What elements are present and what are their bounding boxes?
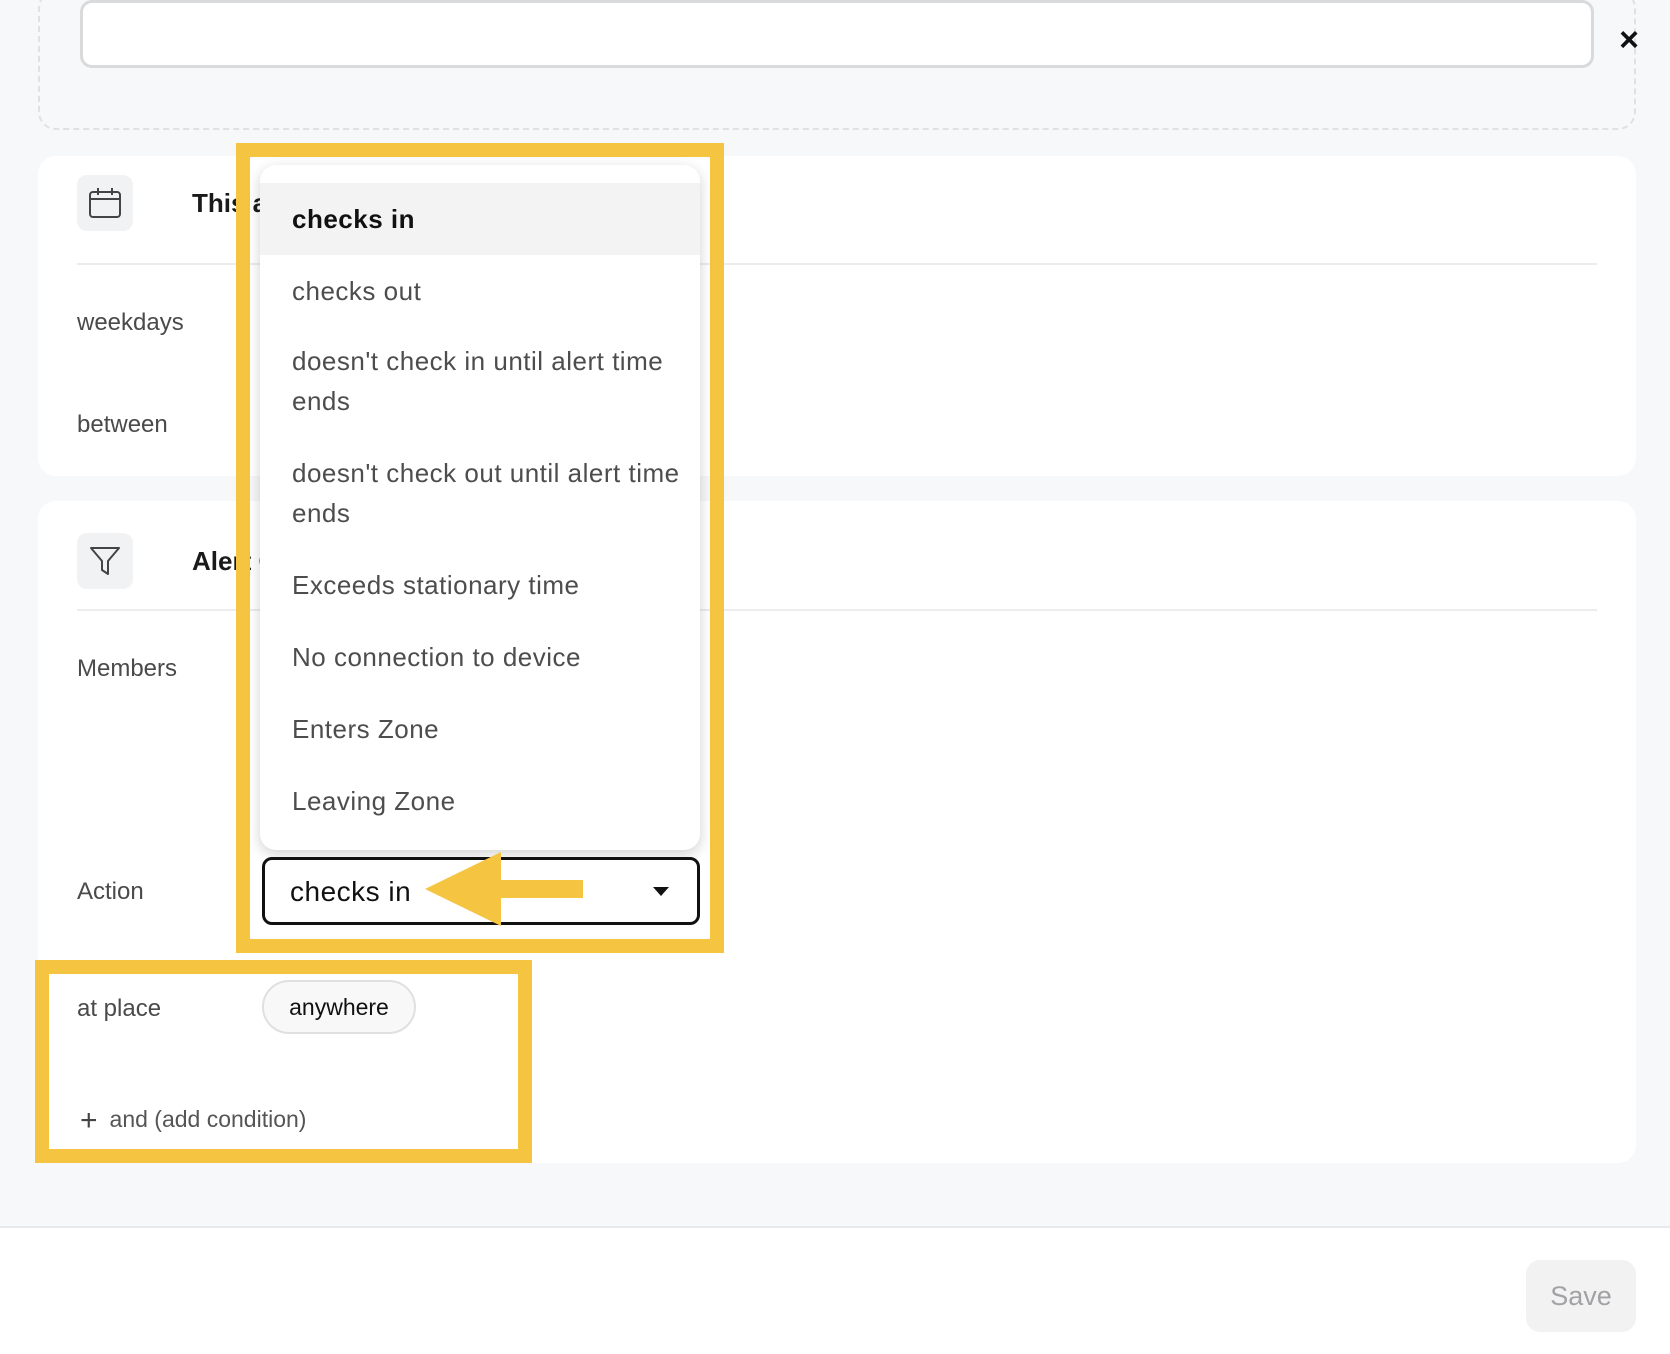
place-chip[interactable]: anywhere — [262, 980, 416, 1034]
footer-bar: Save — [0, 1226, 1670, 1354]
save-button[interactable]: Save — [1526, 1260, 1636, 1332]
menu-option-exceeds-stationary[interactable]: Exceeds stationary time — [260, 565, 700, 605]
menu-option-no-check-out[interactable]: doesn't check out until alert time ends — [260, 453, 680, 533]
filter-icon — [77, 533, 133, 589]
calendar-icon — [77, 175, 133, 231]
members-label: Members — [77, 655, 178, 682]
add-condition-label: and (add condition) — [109, 1106, 307, 1132]
menu-option-checks-out[interactable]: checks out — [260, 255, 700, 327]
annotation-arrow-icon — [425, 852, 583, 926]
menu-option-checks-in[interactable]: checks in — [260, 183, 700, 255]
menu-option-enters-zone[interactable]: Enters Zone — [260, 709, 700, 749]
menu-option-leaving-zone[interactable]: Leaving Zone — [260, 781, 700, 821]
weekdays-label: weekdays — [77, 309, 184, 336]
between-label: between — [77, 411, 168, 438]
action-select-value: checks in — [290, 876, 412, 907]
close-icon[interactable]: × — [1614, 22, 1644, 58]
menu-option-no-check-in[interactable]: doesn't check in until alert time ends — [260, 341, 680, 421]
caret-down-icon — [653, 887, 669, 896]
action-label: Action — [77, 878, 144, 905]
add-condition-button[interactable]: + and (add condition) — [80, 1101, 307, 1137]
alert-name-input[interactable] — [80, 0, 1594, 68]
plus-icon: + — [80, 1104, 98, 1137]
action-dropdown-menu: checks in checks out doesn't check in un… — [260, 165, 700, 850]
menu-option-no-connection[interactable]: No connection to device — [260, 637, 700, 677]
